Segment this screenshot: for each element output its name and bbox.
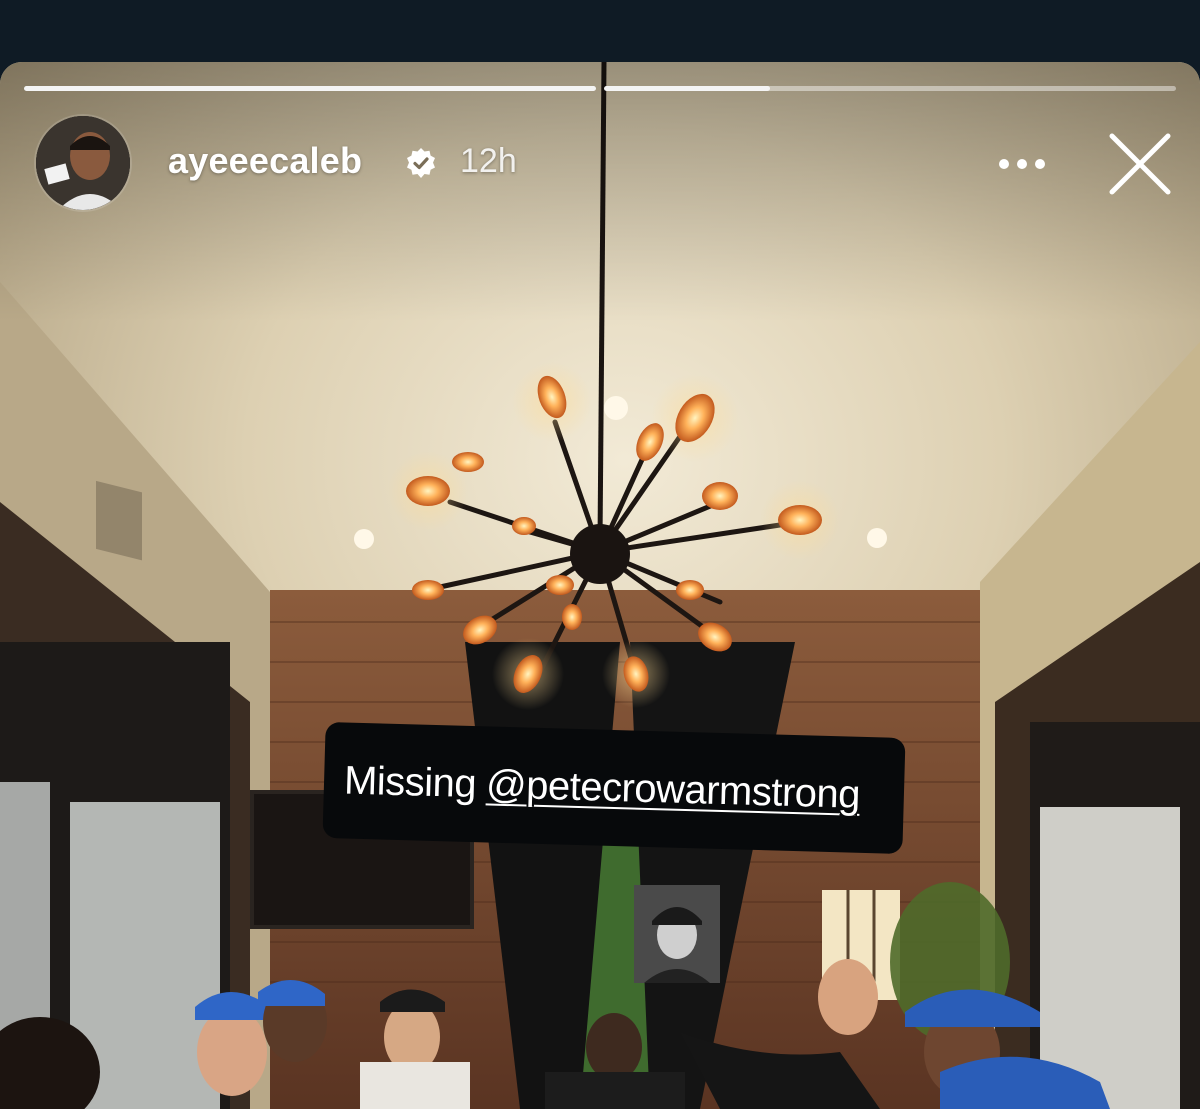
header-gradient <box>0 62 1200 322</box>
story-progress-bar <box>604 86 1176 91</box>
more-horizontal-icon <box>999 159 1045 169</box>
story-username[interactable]: ayeeecaleb <box>168 140 362 182</box>
close-icon <box>1109 133 1171 195</box>
story-progress-bar <box>24 86 596 91</box>
story-viewer[interactable]: ayeeecaleb 12h Missing @petecrowarmstron… <box>0 62 1200 1109</box>
caption-text: Missing <box>343 757 477 806</box>
mention-photo-image <box>634 885 720 983</box>
more-options-button[interactable] <box>990 144 1054 184</box>
story-progress-fill <box>604 86 770 91</box>
story-progress-fill <box>24 86 596 91</box>
mention-link[interactable]: @petecrowarmstrong <box>486 762 861 817</box>
status-bar-area <box>0 0 1200 62</box>
caption-sticker: Missing @petecrowarmstrong <box>322 721 906 855</box>
avatar[interactable] <box>36 116 130 210</box>
close-button[interactable] <box>1104 132 1176 196</box>
mention-photo[interactable] <box>634 885 720 983</box>
verified-badge-icon <box>407 148 435 178</box>
avatar-image <box>36 116 130 210</box>
story-timestamp: 12h <box>460 142 517 180</box>
